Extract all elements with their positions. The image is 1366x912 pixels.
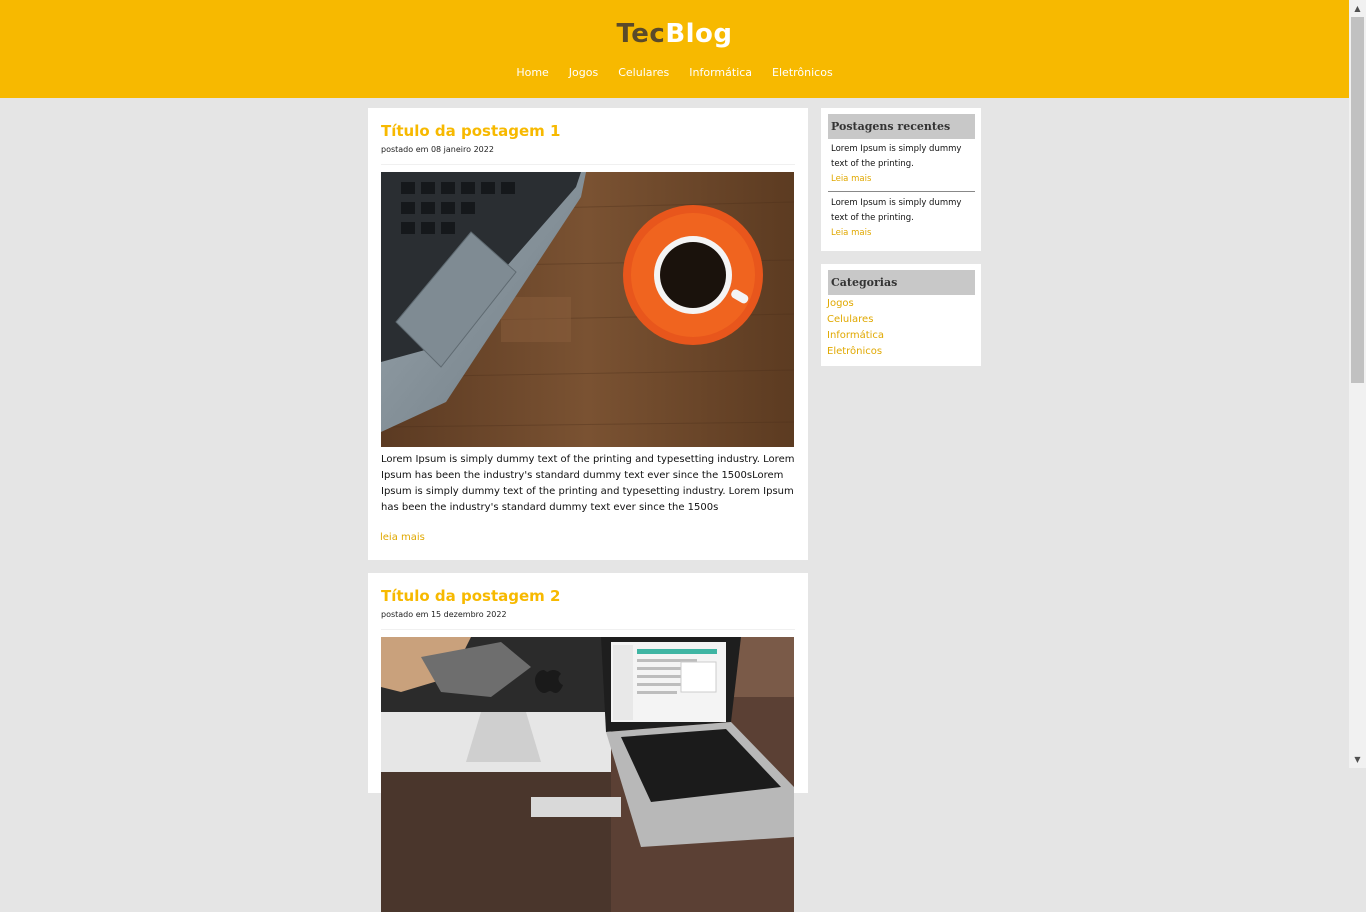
vertical-scrollbar[interactable]: ▲ ▼ (1349, 0, 1366, 768)
site-logo[interactable]: TecBlog (0, 19, 1349, 49)
recent-post-read-more[interactable]: Leia mais (828, 172, 975, 187)
scroll-thumb[interactable] (1351, 17, 1364, 383)
widget-title: Categorias (828, 270, 975, 295)
post-image-imac-macbook (381, 637, 794, 912)
recent-divider (828, 191, 975, 192)
post-divider (381, 164, 795, 165)
category-list: Jogos Celulares Informática Eletrônicos (827, 296, 884, 360)
post-image-laptop-coffee (381, 172, 794, 447)
post-date: postado em 15 dezembro 2022 (381, 610, 507, 619)
recent-post-text: Lorem Ipsum is simply dummy text of the … (831, 198, 962, 223)
scroll-down-arrow-icon[interactable]: ▼ (1349, 751, 1366, 768)
recent-post-text: Lorem Ipsum is simply dummy text of the … (831, 144, 962, 169)
nav-jogos[interactable]: Jogos (569, 66, 598, 79)
categories-widget: Categorias Jogos Celulares Informática E… (821, 264, 981, 366)
recent-posts-widget: Postagens recentes Lorem Ipsum is simply… (821, 108, 981, 251)
recent-post-item: Lorem Ipsum is simply dummy text of the … (828, 142, 975, 187)
recent-post-item: Lorem Ipsum is simply dummy text of the … (828, 196, 975, 241)
nav-informatica[interactable]: Informática (689, 66, 752, 79)
category-eletronicos[interactable]: Eletrônicos (827, 344, 884, 360)
widget-title: Postagens recentes (828, 114, 975, 139)
scroll-up-arrow-icon[interactable]: ▲ (1349, 0, 1366, 17)
post-card-2: Título da postagem 2 postado em 15 dezem… (368, 573, 808, 912)
nav-celulares[interactable]: Celulares (618, 66, 669, 79)
laptop-coffee-illustration (381, 172, 794, 447)
nav-home[interactable]: Home (516, 66, 548, 79)
category-informatica[interactable]: Informática (827, 328, 884, 344)
site-header: TecBlog Home Jogos Celulares Informática… (0, 0, 1349, 98)
main-nav: Home Jogos Celulares Informática Eletrôn… (0, 66, 1349, 79)
post-title[interactable]: Título da postagem 2 (381, 587, 560, 605)
nav-eletronicos[interactable]: Eletrônicos (772, 66, 833, 79)
category-celulares[interactable]: Celulares (827, 312, 884, 328)
imac-macbook-illustration (381, 637, 794, 912)
post-date: postado em 08 janeiro 2022 (381, 145, 494, 154)
post-title[interactable]: Título da postagem 1 (381, 122, 560, 140)
post-excerpt: Lorem Ipsum is simply dummy text of the … (381, 454, 795, 513)
read-more-link[interactable]: leia mais (380, 532, 425, 543)
logo-part-tec: Tec (616, 19, 666, 49)
post-card-1: Título da postagem 1 postado em 08 janei… (368, 108, 808, 560)
post-divider (381, 629, 795, 630)
apple-logo-icon (535, 670, 563, 693)
category-jogos[interactable]: Jogos (827, 296, 884, 312)
recent-post-read-more[interactable]: Leia mais (828, 226, 975, 241)
logo-part-blog: Blog (665, 19, 733, 49)
